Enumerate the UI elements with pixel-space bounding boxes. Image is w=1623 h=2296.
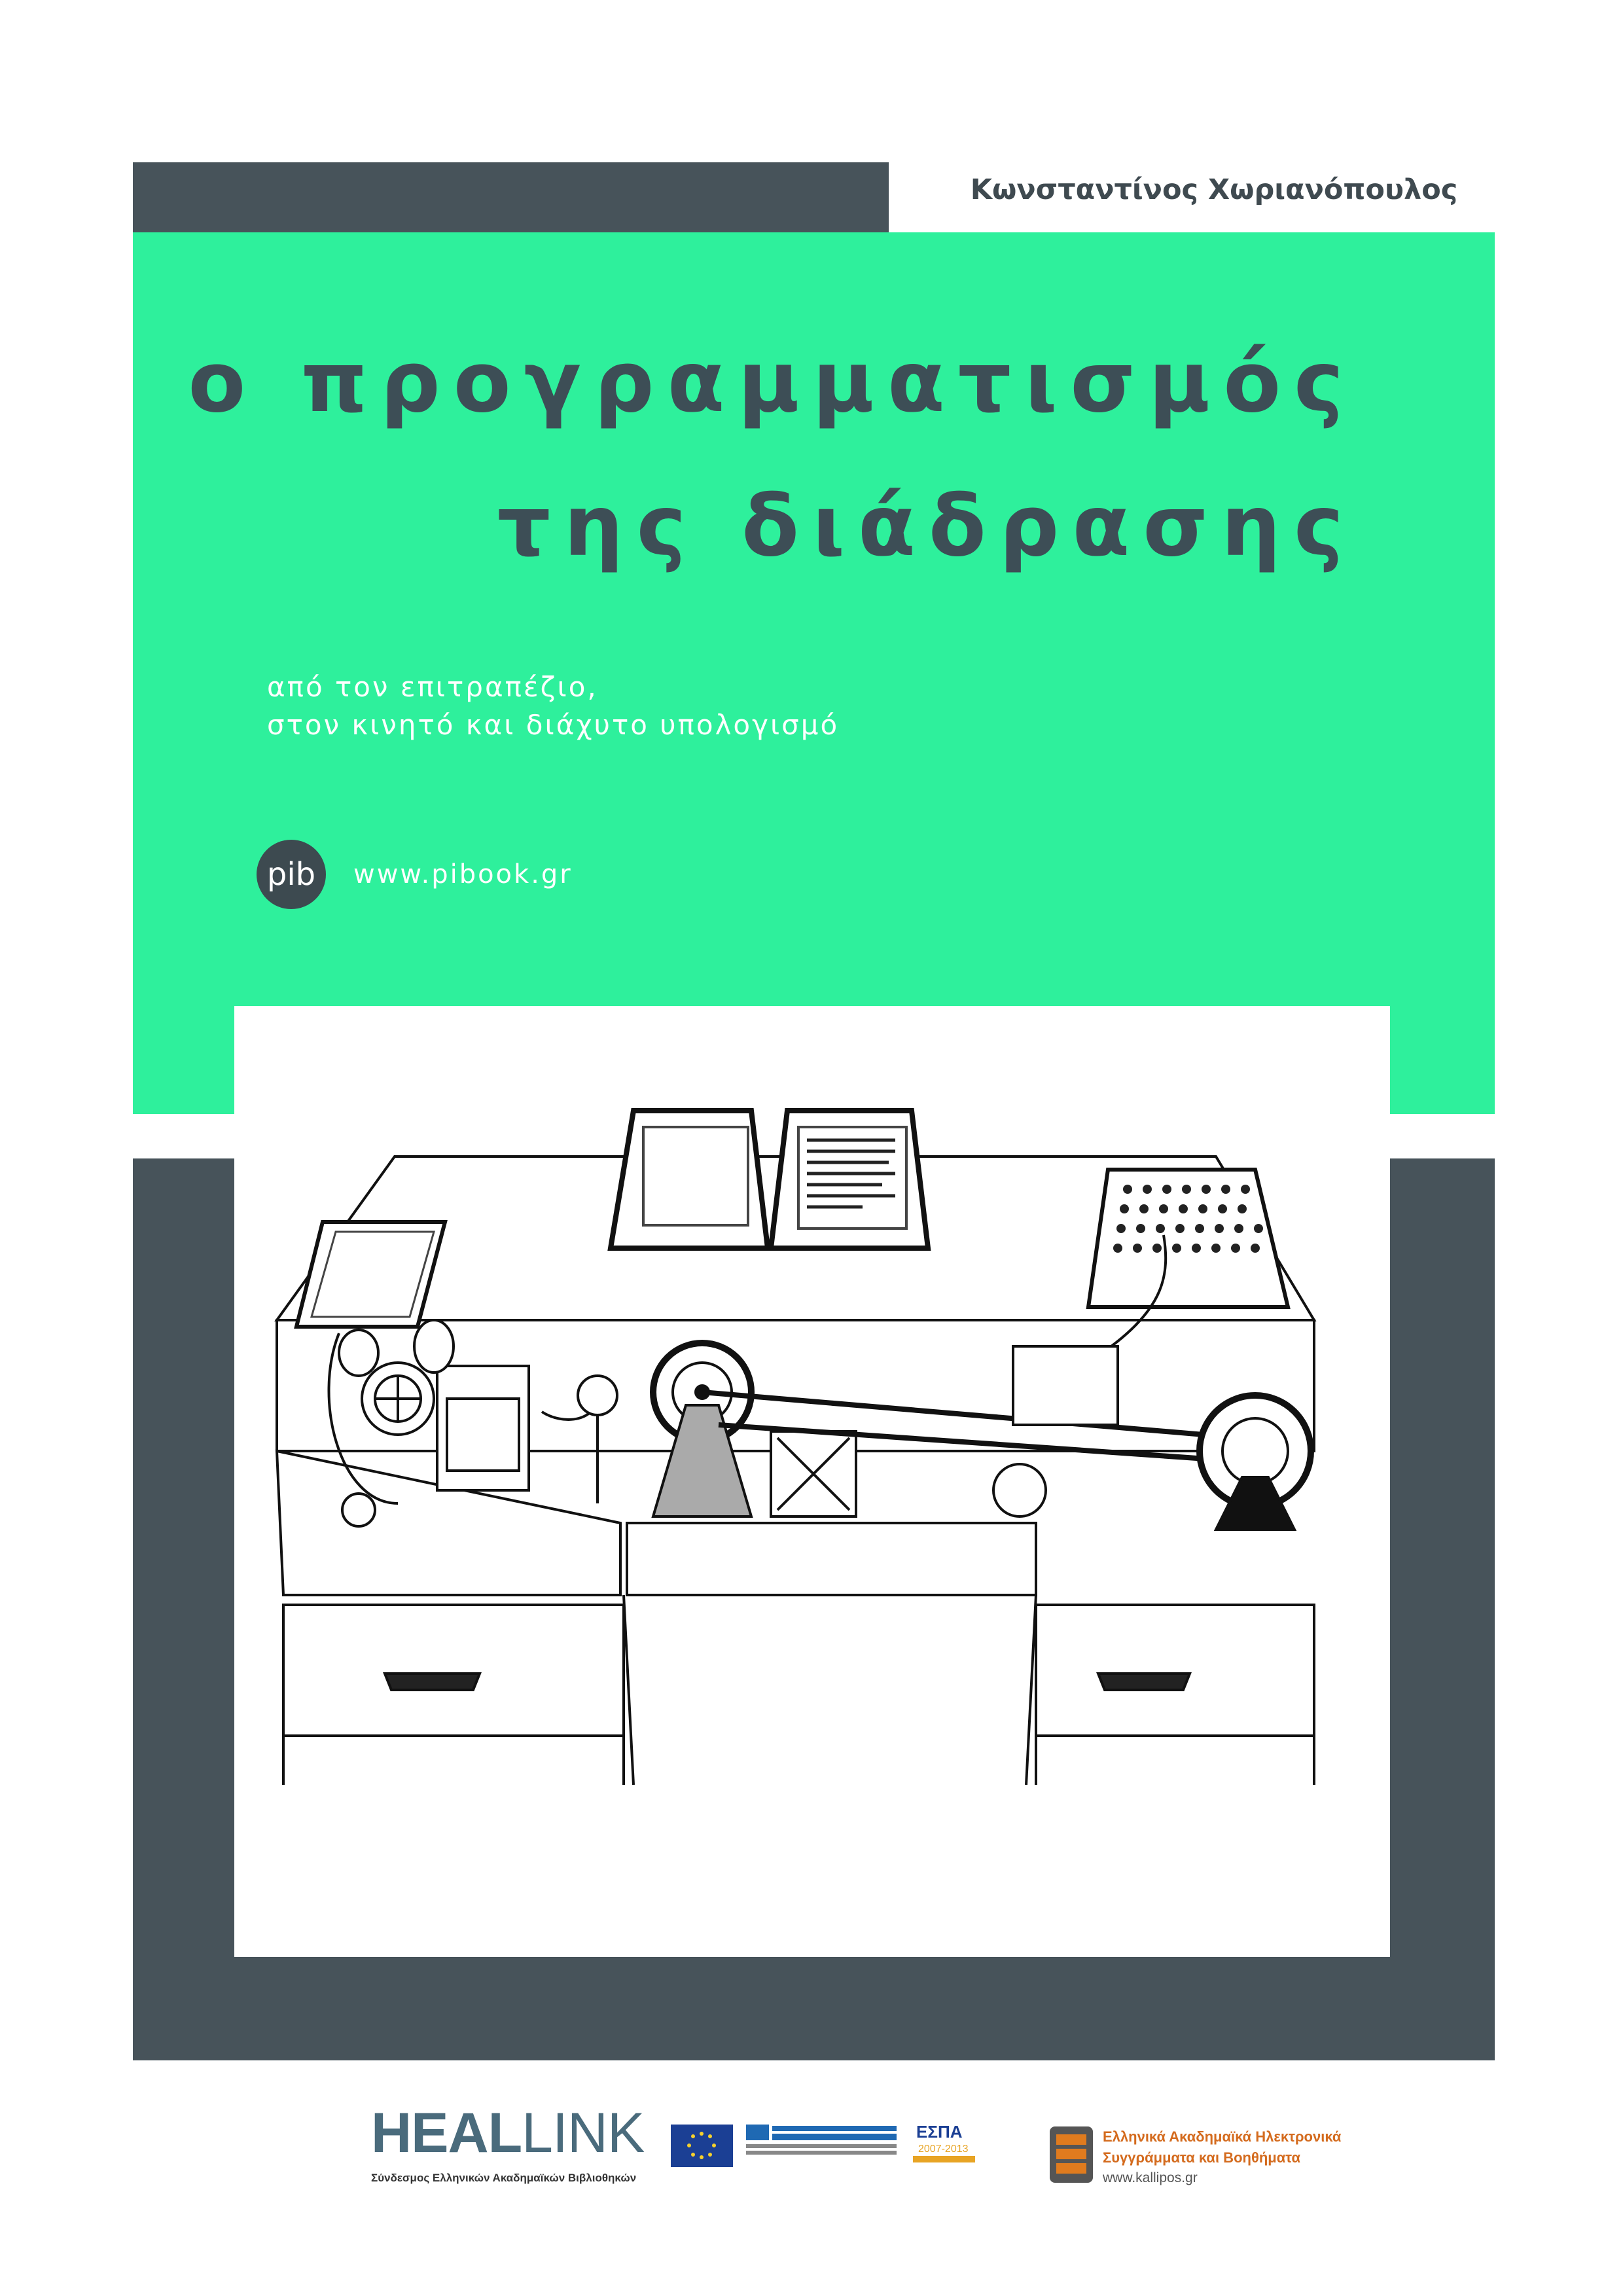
heallink-logo: HEALLINK bbox=[371, 2102, 645, 2164]
kallipos-line-1: Ελληνικά Ακαδημαϊκά Ηλεκτρονικά bbox=[1103, 2128, 1342, 2145]
kallipos-book-icon bbox=[1050, 2126, 1093, 2183]
publisher-url[interactable]: www.pibook.gr bbox=[353, 859, 573, 889]
publisher-logo: pib bbox=[257, 840, 326, 909]
subtitle-line-1: από τον επιτραπέζιο, bbox=[267, 671, 598, 703]
kallipos-url[interactable]: www.kallipos.gr bbox=[1103, 2170, 1198, 2186]
book-title-line-1: ο προγραμματισμός bbox=[188, 334, 1357, 431]
memex-desk-illustration bbox=[274, 1108, 1317, 1785]
author-name: Κωνσταντίνος Χωριανόπουλος bbox=[970, 173, 1458, 206]
book-title-line-2: της διάδρασης bbox=[497, 478, 1357, 575]
subtitle-line-2: στον κινητό και διάχυτο υπολογισμό bbox=[267, 709, 840, 741]
heallink-subtitle: Σύνδεσμος Ελληνικών Ακαδημαϊκών Βιβλιοθη… bbox=[371, 2172, 637, 2184]
espa-years: 2007-2013 bbox=[918, 2144, 969, 2155]
espa-text: ΕΣΠΑ bbox=[916, 2122, 963, 2142]
espa-eu-logos: ΕΣΠΑ 2007-2013 bbox=[671, 2122, 975, 2167]
kallipos-line-2: Συγγράμματα και Βοηθήματα bbox=[1103, 2149, 1300, 2166]
top-dark-bar bbox=[133, 162, 889, 232]
